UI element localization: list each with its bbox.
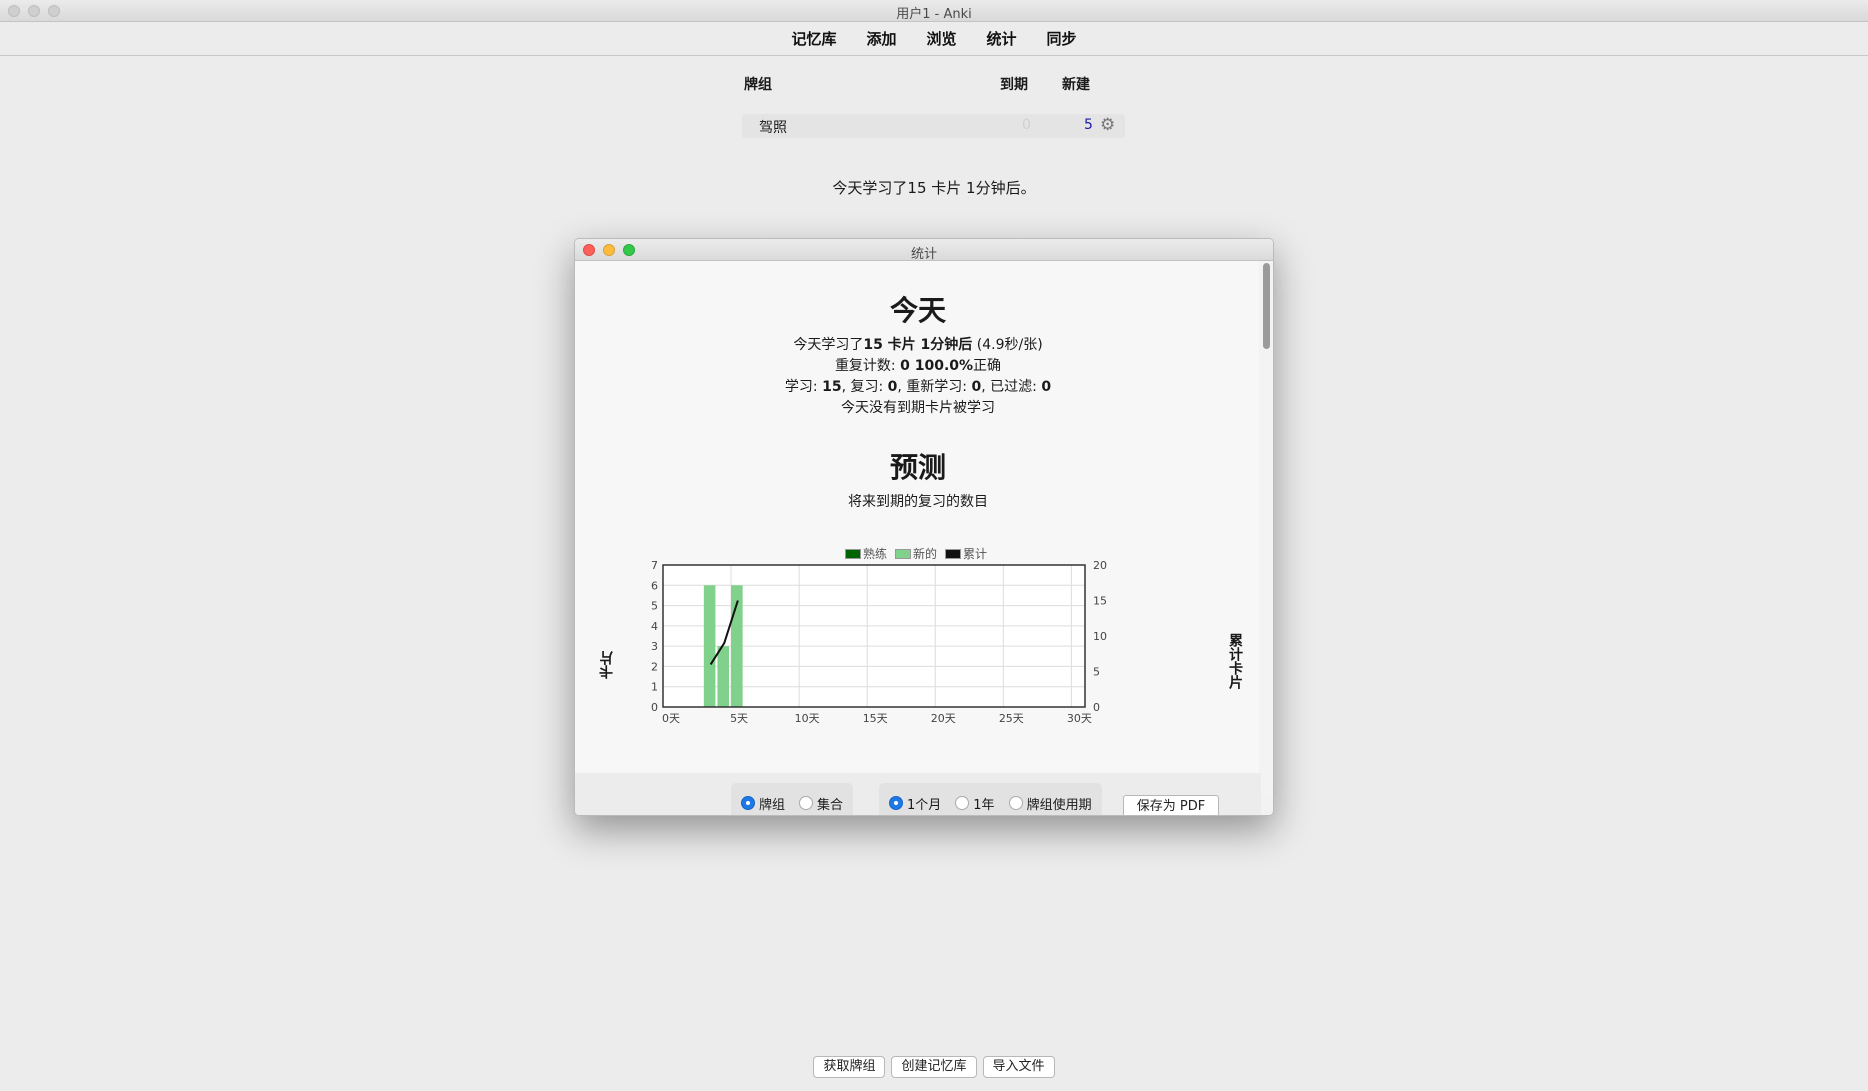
y-tick-label: 4 <box>651 620 658 633</box>
toolbar-stats[interactable]: 统计 <box>987 28 1017 49</box>
toolbar-sync[interactable]: 同步 <box>1047 28 1077 49</box>
y2-tick-label: 20 <box>1093 559 1107 572</box>
stats-dialog-title: 统计 <box>910 247 937 262</box>
x-tick-label: 25天 <box>999 712 1024 725</box>
scrollbar-thumb[interactable] <box>1263 263 1270 349</box>
stats-content: 今天 今天学习了15 卡片 1分钟后 (4.9秒/张) 重复计数: 0 100.… <box>575 261 1261 795</box>
x-tick-label: 15天 <box>863 712 888 725</box>
relearn-count: 0 <box>971 379 982 395</box>
filtered-label: , 已过滤: <box>981 379 1042 395</box>
bottom-button-bar: 获取牌组 创建记忆库 导入文件 <box>0 1056 1868 1078</box>
gear-icon[interactable]: ⚙ <box>1100 115 1115 135</box>
new-column-header: 新建 <box>1062 77 1090 93</box>
period-year-label: 1年 <box>973 797 995 813</box>
window-title: 用户1 - Anki <box>896 7 972 22</box>
today-due-line: 今天没有到期卡片被学习 <box>841 400 995 416</box>
due-column-header: 到期 <box>1000 77 1028 93</box>
deck-new-count: 5 <box>1084 117 1093 133</box>
deck-row[interactable]: 驾照 0 5 ⚙ <box>742 114 1125 138</box>
today-heading: 今天 <box>889 294 946 327</box>
today-studied-line: 今天学习了15 卡片 1分钟后 (4.9秒/张) <box>575 334 1261 354</box>
studied-rate: (4.9秒/张) <box>972 337 1043 353</box>
x-tick-label: 5天 <box>730 712 748 725</box>
review-count: 0 <box>887 379 898 395</box>
stats-options-bar: 牌组 集合 1个月 1年 牌组使用期 保存为 PDF <box>575 773 1261 815</box>
toolbar-browse[interactable]: 浏览 <box>926 28 956 49</box>
save-pdf-button[interactable]: 保存为 PDF <box>1123 795 1219 815</box>
forecast-bar <box>717 646 730 707</box>
y2-tick-label: 0 <box>1093 701 1100 714</box>
period-group: 1个月 1年 牌组使用期 <box>879 783 1102 815</box>
y-tick-label: 1 <box>651 681 658 694</box>
toolbar-decks[interactable]: 记忆库 <box>791 28 836 49</box>
y-tick-label: 2 <box>651 660 658 673</box>
repeat-prefix: 重复计数: <box>834 358 901 374</box>
period-month-radio-dot[interactable] <box>889 796 903 810</box>
import-file-button[interactable]: 导入文件 <box>982 1056 1055 1078</box>
period-month-radio[interactable]: 1个月 <box>889 794 941 813</box>
filtered-count: 0 <box>1041 379 1052 395</box>
scope-group: 牌组 集合 <box>731 783 854 815</box>
scope-collection-radio-dot[interactable] <box>799 796 814 810</box>
period-life-radio-dot[interactable] <box>1008 796 1023 810</box>
y-tick-label: 3 <box>651 640 658 653</box>
x-tick-label: 30天 <box>1067 712 1092 725</box>
learn-label: 学习: <box>784 379 823 395</box>
y2-tick-label: 5 <box>1093 666 1100 679</box>
period-year-radio-dot[interactable] <box>955 796 970 810</box>
x-tick-label: 20天 <box>931 712 956 725</box>
period-month-label: 1个月 <box>907 797 942 813</box>
x-tick-label: 0天 <box>662 712 680 725</box>
period-life-radio[interactable]: 牌组使用期 <box>1008 794 1092 813</box>
deck-column-header: 牌组 <box>744 77 772 93</box>
stats-title-bar: 统计 <box>575 239 1273 262</box>
scope-deck-radio-dot[interactable] <box>741 796 755 810</box>
today-repeat-line: 重复计数: 0 100.0%正确 <box>575 355 1261 375</box>
toolbar-add[interactable]: 添加 <box>866 28 896 49</box>
y-tick-label: 5 <box>651 600 658 613</box>
stats-dialog: 统计 今天 今天学习了15 卡片 1分钟后 (4.9秒/张) 重复计数: 0 1… <box>574 238 1274 816</box>
review-label: , 复习: <box>841 379 888 395</box>
forecast-bar <box>703 585 716 707</box>
main-toolbar: 记忆库 添加 浏览 统计 同步 <box>0 22 1868 56</box>
get-shared-decks-button[interactable]: 获取牌组 <box>813 1056 886 1078</box>
studied-count: 15 卡片 1分钟后 <box>863 337 973 353</box>
forecast-chart: 012345670天 5天 10天 15天 20天 25天 30天05101520 <box>651 559 1107 725</box>
deck-name[interactable]: 驾照 <box>759 117 787 137</box>
create-deck-button[interactable]: 创建记忆库 <box>891 1056 977 1078</box>
period-year-radio[interactable]: 1年 <box>955 794 995 813</box>
scope-deck-label: 牌组 <box>759 797 786 813</box>
y-tick-label: 0 <box>651 701 658 714</box>
study-summary: 今天学习了15 卡片 1分钟后。 <box>832 179 1036 197</box>
y2-tick-label: 10 <box>1093 630 1107 643</box>
forecast-subtitle: 将来到期的复习的数目 <box>848 494 988 510</box>
scope-collection-radio[interactable]: 集合 <box>799 794 843 813</box>
scope-deck-radio[interactable]: 牌组 <box>741 794 785 813</box>
y-axis-label: 卡片 <box>599 651 615 679</box>
studied-prefix: 今天学习了 <box>793 337 864 353</box>
y-tick-label: 7 <box>651 559 658 572</box>
repeat-value: 0 100.0% <box>900 358 974 374</box>
period-life-label: 牌组使用期 <box>1026 797 1092 813</box>
deck-due-count: 0 <box>1022 117 1031 133</box>
scope-collection-label: 集合 <box>817 797 844 813</box>
x-tick-label: 10天 <box>795 712 820 725</box>
today-breakdown-line: 学习: 15, 复习: 0, 重新学习: 0, 已过滤: 0 <box>575 376 1261 396</box>
y2-axis-label: 累计卡片 <box>1227 633 1243 689</box>
y-tick-label: 6 <box>651 579 658 592</box>
relearn-label: , 重新学习: <box>897 379 972 395</box>
y2-tick-label: 15 <box>1093 595 1107 608</box>
main-title-bar: 用户1 - Anki <box>0 0 1868 22</box>
learn-count: 15 <box>822 379 842 395</box>
forecast-heading: 预测 <box>889 451 946 484</box>
repeat-suffix: 正确 <box>973 358 1002 374</box>
